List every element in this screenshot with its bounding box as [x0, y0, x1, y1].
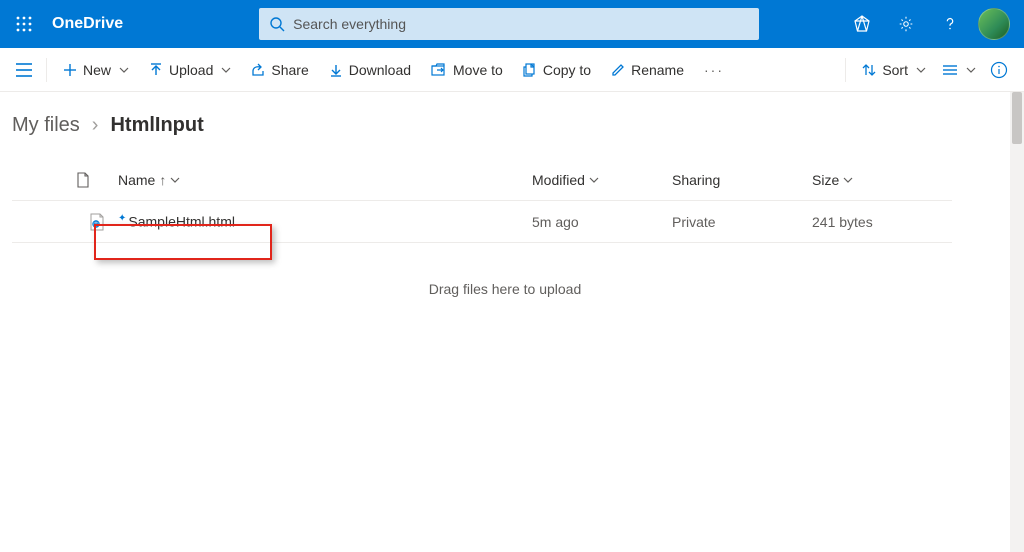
share-button[interactable]: Share	[241, 48, 318, 92]
chevron-down-icon	[589, 177, 599, 183]
scrollbar[interactable]	[1010, 92, 1024, 552]
breadcrumb: My files › HtmlInput	[12, 114, 998, 137]
download-icon	[329, 63, 343, 77]
more-button[interactable]: ···	[694, 62, 734, 78]
table-row[interactable]: ✦SampleHtml.html 5m ago Private 241 byte…	[12, 201, 952, 243]
name-header[interactable]: Name ↑	[118, 172, 532, 188]
file-name[interactable]: ✦SampleHtml.html	[118, 213, 532, 230]
avatar[interactable]	[978, 8, 1010, 40]
settings-icon[interactable]	[884, 0, 928, 48]
chevron-down-icon	[119, 67, 129, 73]
new-label: New	[83, 62, 111, 78]
rename-icon	[611, 63, 625, 77]
content-area: My files › HtmlInput Name ↑ Modified Sha…	[0, 92, 1010, 552]
view-list-icon	[942, 64, 958, 76]
filetype-header-icon[interactable]	[76, 172, 118, 188]
move-to-icon	[431, 63, 447, 77]
brand-label[interactable]: OneDrive	[48, 15, 139, 33]
file-table: Name ↑ Modified Sharing Size ✦Sample	[12, 159, 952, 243]
table-header: Name ↑ Modified Sharing Size	[12, 159, 952, 201]
copy-to-button[interactable]: Copy to	[513, 48, 601, 92]
nav-toggle-icon[interactable]	[8, 63, 40, 77]
new-button[interactable]: New	[53, 48, 139, 92]
info-button[interactable]	[982, 48, 1016, 92]
sort-label: Sort	[882, 62, 908, 78]
drop-zone[interactable]: Drag files here to upload	[12, 281, 998, 297]
share-label: Share	[271, 62, 308, 78]
copy-to-icon	[523, 63, 537, 77]
size-header[interactable]: Size	[812, 172, 952, 188]
chevron-down-icon	[916, 67, 926, 73]
chevron-down-icon	[966, 67, 976, 73]
chevron-down-icon	[843, 177, 853, 183]
upload-icon	[149, 63, 163, 77]
premium-icon[interactable]	[840, 0, 884, 48]
sort-button[interactable]: Sort	[852, 48, 936, 92]
search-icon	[269, 16, 285, 32]
move-to-label: Move to	[453, 62, 503, 78]
breadcrumb-root[interactable]: My files	[12, 114, 80, 137]
top-bar: OneDrive	[0, 0, 1024, 48]
file-modified: 5m ago	[532, 214, 672, 230]
upload-label: Upload	[169, 62, 213, 78]
search-box[interactable]	[259, 8, 759, 40]
html-file-icon	[76, 213, 118, 231]
help-icon[interactable]	[928, 0, 972, 48]
search-input[interactable]	[293, 16, 749, 32]
chevron-right-icon: ›	[92, 114, 99, 137]
new-indicator-icon: ✦	[118, 213, 126, 224]
plus-icon	[63, 63, 77, 77]
breadcrumb-current: HtmlInput	[110, 114, 203, 137]
sort-icon	[862, 63, 876, 77]
top-right	[840, 0, 1024, 48]
download-label: Download	[349, 62, 411, 78]
upload-button[interactable]: Upload	[139, 48, 241, 92]
chevron-down-icon	[170, 177, 180, 183]
app-launcher-icon[interactable]	[0, 0, 48, 48]
divider	[46, 58, 47, 82]
download-button[interactable]: Download	[319, 48, 421, 92]
sort-asc-icon: ↑	[159, 172, 166, 188]
command-bar: New Upload Share Download Move to Copy t…	[0, 48, 1024, 92]
info-icon	[990, 61, 1008, 79]
scrollbar-thumb[interactable]	[1012, 92, 1022, 144]
copy-to-label: Copy to	[543, 62, 591, 78]
divider	[845, 58, 846, 82]
chevron-down-icon	[221, 67, 231, 73]
rename-button[interactable]: Rename	[601, 48, 694, 92]
sharing-header[interactable]: Sharing	[672, 172, 812, 188]
modified-header[interactable]: Modified	[532, 172, 672, 188]
view-button[interactable]	[936, 48, 982, 92]
share-icon	[251, 63, 265, 77]
rename-label: Rename	[631, 62, 684, 78]
move-to-button[interactable]: Move to	[421, 48, 513, 92]
file-sharing: Private	[672, 214, 812, 230]
file-size: 241 bytes	[812, 214, 952, 230]
